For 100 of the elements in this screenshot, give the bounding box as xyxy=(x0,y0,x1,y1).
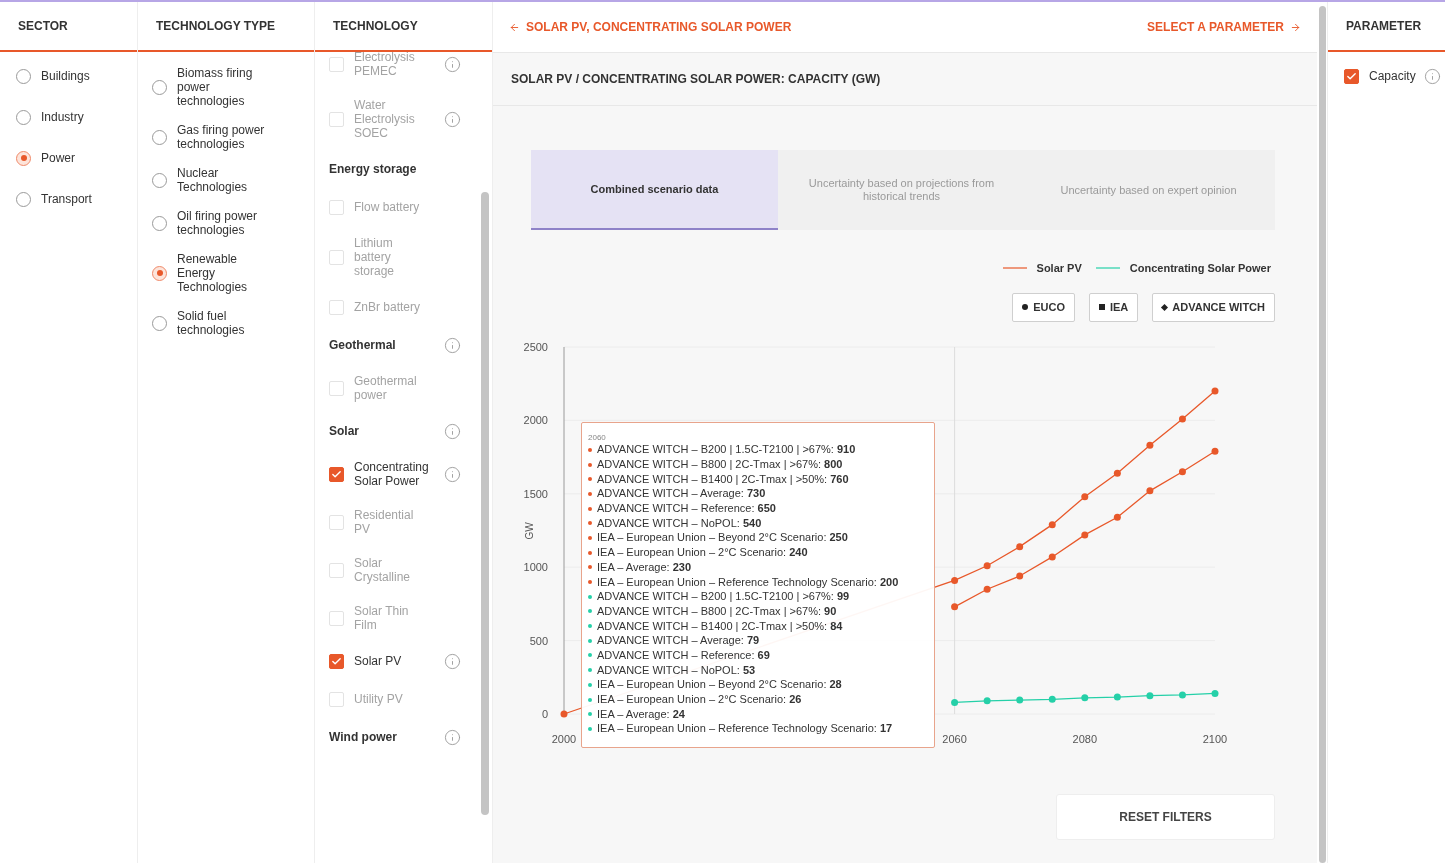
tooltip-entry: ADVANCE WITCH – Average: 730 xyxy=(597,487,766,501)
point xyxy=(951,602,959,610)
checkbox[interactable] xyxy=(329,653,344,669)
tooltip-entry: IEA – European Union – Reference Technology Scenario: 17 xyxy=(597,722,893,736)
radio-button[interactable] xyxy=(152,315,167,331)
y-tick-label: 2000 xyxy=(523,413,548,426)
radio-button[interactable] xyxy=(152,129,167,145)
info-icon[interactable] xyxy=(444,652,461,670)
checkbox[interactable] xyxy=(1344,68,1359,84)
square-icon xyxy=(1098,304,1105,310)
legend-swatch xyxy=(1095,267,1120,270)
radio-button[interactable] xyxy=(152,172,167,188)
technology-type-option[interactable]: Nuclear Technologies xyxy=(152,166,314,194)
info-icon[interactable] xyxy=(444,422,461,440)
point xyxy=(1081,492,1089,500)
tooltip-entry: IEA – Average: 230 xyxy=(597,560,691,574)
chart-title: SOLAR PV / CONCENTRATING SOLAR POWER: CAPACITY (GW) xyxy=(511,71,881,88)
tooltip-entry: ADVANCE WITCH – Reference: 69 xyxy=(597,648,770,662)
point xyxy=(1178,690,1186,698)
point xyxy=(1211,387,1219,395)
y-tick-label: 500 xyxy=(529,634,548,647)
point xyxy=(1048,552,1056,560)
column-header: SECTOR xyxy=(18,18,68,35)
point xyxy=(983,561,991,569)
point xyxy=(1113,469,1121,477)
radio-button[interactable] xyxy=(152,79,167,95)
checkmark-icon xyxy=(331,468,342,480)
tooltip-title: 2060 xyxy=(588,432,606,443)
point xyxy=(1113,693,1121,701)
point xyxy=(951,576,959,584)
source-filter-button[interactable]: IEA xyxy=(1088,292,1139,322)
tooltip-entry: ADVANCE WITCH – Reference: 650 xyxy=(597,502,776,516)
radio-button[interactable] xyxy=(16,191,31,207)
source-filter-button[interactable]: EUCO xyxy=(1012,292,1075,322)
tooltip-entry: ADVANCE WITCH – B200 | 1.5C-T2100 | >67%: 99 xyxy=(597,590,850,604)
source-filter-button[interactable]: ADVANCE WITCH xyxy=(1152,292,1275,322)
legend-swatch xyxy=(1002,267,1027,270)
technology-type-option[interactable]: Biomass firing power technologies xyxy=(152,66,314,108)
point xyxy=(1178,414,1186,422)
column-header: TECHNOLOGY xyxy=(333,18,418,35)
checkbox[interactable] xyxy=(329,466,344,482)
point xyxy=(1146,691,1154,699)
point xyxy=(1178,467,1186,475)
point xyxy=(1081,693,1089,701)
tooltip-entry: ADVANCE WITCH – B1400 | 2C-Tmax | >50%: 84 xyxy=(597,619,843,633)
next-link[interactable]: SELECT A PARAMETER xyxy=(1147,18,1301,36)
tooltip-entry: ADVANCE WITCH – Average: 79 xyxy=(597,634,760,648)
technology-type-option[interactable]: Oil firing power technologies xyxy=(152,209,314,237)
y-tick-label: 1000 xyxy=(523,560,548,573)
tooltip-entry: IEA – Average: 24 xyxy=(597,707,685,721)
point xyxy=(1016,542,1024,550)
group-heading: Solar xyxy=(329,423,359,440)
point xyxy=(951,698,959,706)
reset-filters-button[interactable]: RESET FILTERS xyxy=(1056,793,1275,840)
point xyxy=(1048,520,1056,528)
technology-option[interactable]: Concentrating Solar Power xyxy=(329,460,426,488)
radio-button[interactable] xyxy=(152,265,167,281)
sector-option[interactable]: Transport xyxy=(16,190,137,208)
point xyxy=(1016,696,1024,704)
checkmark-icon xyxy=(331,655,342,667)
radio-button[interactable] xyxy=(16,109,31,125)
scrollbar[interactable] xyxy=(1318,6,1326,863)
scrollbar[interactable] xyxy=(481,192,489,815)
column-header: TECHNOLOGY TYPE xyxy=(156,18,276,35)
radio-button[interactable] xyxy=(16,150,31,166)
tooltip-entry: ADVANCE WITCH – B800 | 2C-Tmax | >67%: 90 xyxy=(597,604,837,618)
point xyxy=(1146,486,1154,494)
technology-type-option[interactable]: Renewable Energy Technologies xyxy=(152,252,314,294)
info-icon[interactable] xyxy=(444,465,461,483)
point xyxy=(983,696,991,704)
legend-label: Concentrating Solar Power xyxy=(1129,261,1271,276)
tooltip-entry: IEA – European Union – Reference Technology Scenario: 200 xyxy=(597,575,899,589)
tooltip-entry: ADVANCE WITCH – B200 | 1.5C-T2100 | >67%: 910 xyxy=(597,443,856,457)
technology-type-option[interactable]: Gas firing power technologies xyxy=(152,123,314,151)
sector-option[interactable]: Power xyxy=(16,149,137,167)
point xyxy=(560,710,568,717)
tooltip-entry: ADVANCE WITCH – B800 | 2C-Tmax | >67%: 800 xyxy=(597,458,843,472)
tooltip-entry: IEA – European Union – Beyond 2°C Scenario: 28 xyxy=(597,678,842,692)
sector-option[interactable]: Industry xyxy=(16,108,137,126)
info-icon[interactable] xyxy=(444,728,461,746)
legend-label: Solar PV xyxy=(1036,261,1082,276)
group-heading: Geothermal xyxy=(329,337,396,354)
tooltip-entry: IEA – European Union – 2°C Scenario: 240 xyxy=(597,546,808,560)
view-tab[interactable]: Combined scenario data xyxy=(531,150,778,230)
radio-button[interactable] xyxy=(16,68,31,84)
y-tick-label: 1500 xyxy=(523,487,548,500)
group-heading: Energy storage xyxy=(329,161,417,178)
info-icon[interactable] xyxy=(1423,67,1441,85)
tooltip-entry: ADVANCE WITCH – NoPOL: 53 xyxy=(597,663,756,677)
y-tick-label: 0 xyxy=(541,707,548,720)
technology-option[interactable]: Solar PV xyxy=(329,653,426,669)
back-link[interactable]: SOLAR PV, CONCENTRATING SOLAR POWER xyxy=(509,18,792,36)
info-icon[interactable] xyxy=(444,336,461,354)
technology-type-option[interactable]: Solid fuel technologies xyxy=(152,309,314,337)
x-tick-label: 2060 xyxy=(942,732,967,745)
parameter-option[interactable]: Capacity xyxy=(1344,67,1416,85)
radio-button[interactable] xyxy=(152,215,167,231)
sector-option[interactable]: Buildings xyxy=(16,67,137,85)
point xyxy=(1048,695,1056,703)
arrow-right-icon xyxy=(1290,21,1301,33)
